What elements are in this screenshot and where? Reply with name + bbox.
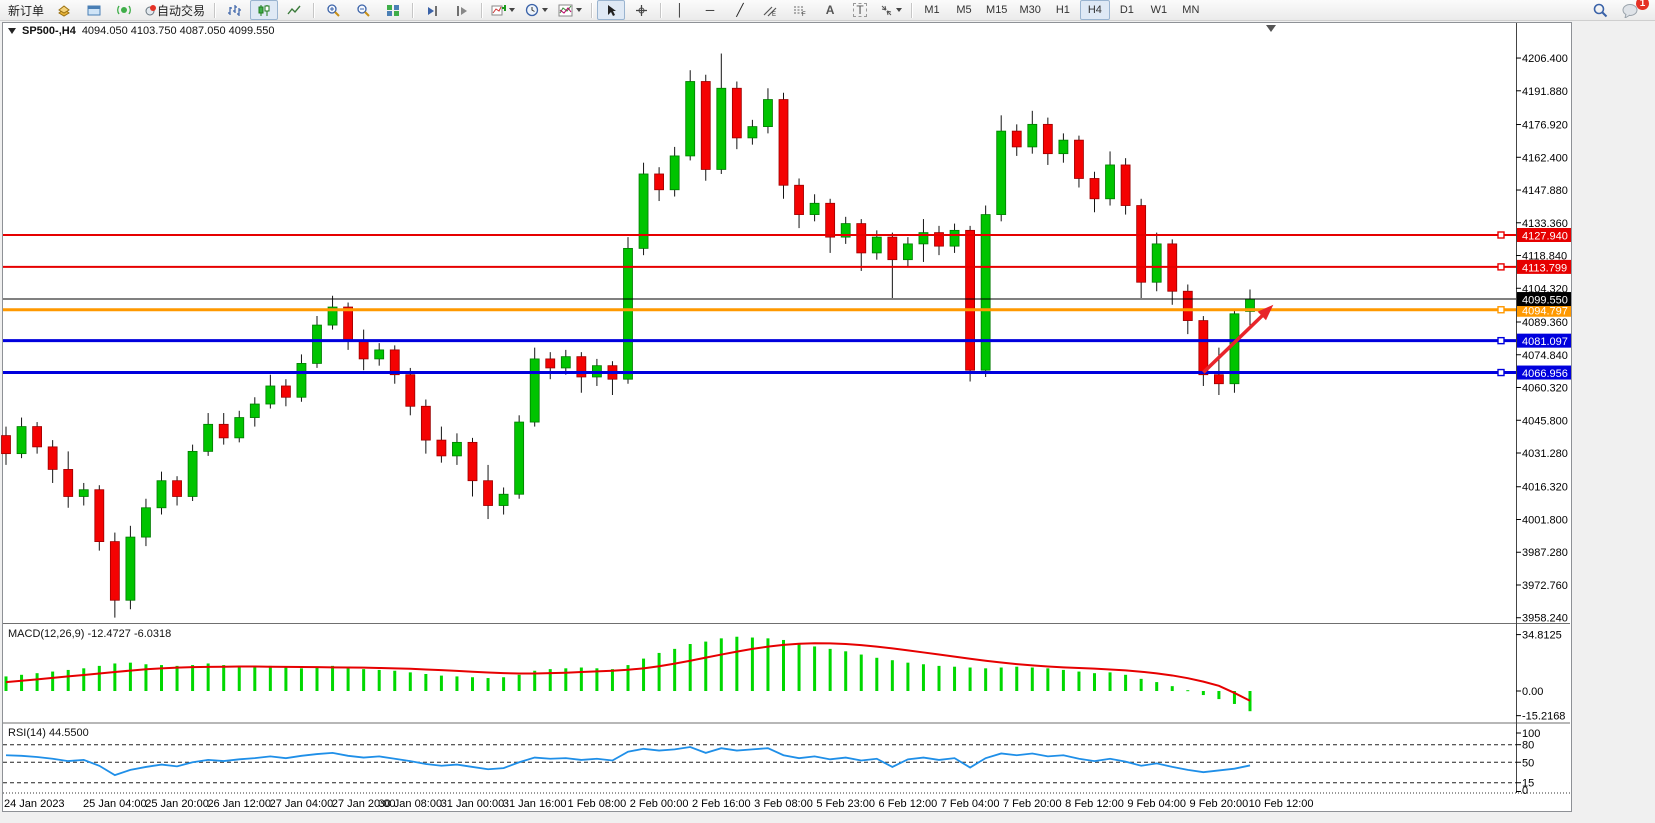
search-button[interactable] <box>1586 0 1614 20</box>
auto-trading-button[interactable]: 自动交易 <box>140 0 209 20</box>
dropdown-caret-icon <box>896 8 902 12</box>
line-chart-button[interactable] <box>280 0 308 20</box>
indicators-icon <box>491 4 506 17</box>
chart-title: SP500-,H4 4094.050 4103.750 4087.050 409… <box>8 25 275 37</box>
new-order-label: 新订单 <box>8 2 44 19</box>
signals-icon <box>117 4 132 17</box>
cursor-icon <box>605 4 617 17</box>
tile-windows-icon <box>386 4 400 17</box>
tf-M5[interactable]: M5 <box>949 0 979 20</box>
arrows-icon <box>880 4 893 17</box>
tf-M30[interactable]: M30 <box>1014 0 1045 20</box>
chart-shift-icon <box>455 4 469 17</box>
fibonacci-icon: F <box>793 4 807 17</box>
tf-H4[interactable]: H4 <box>1080 0 1110 20</box>
main-toolbar: 新订单 自动交易 <box>0 0 1655 21</box>
zoom-out-icon <box>356 3 370 17</box>
tf-D1[interactable]: D1 <box>1112 0 1142 20</box>
macd-indicator-label: MACD(12,26,9) -12.4727 -6.0318 <box>8 628 171 640</box>
new-order-button[interactable]: 新订单 <box>4 0 48 20</box>
crosshair-button[interactable] <box>627 0 655 20</box>
bar-chart-icon <box>227 4 241 17</box>
svg-text:E: E <box>772 12 776 17</box>
text-tool-icon: A <box>826 4 835 16</box>
chart-symbol-period: SP500-,H4 <box>22 25 76 37</box>
label-tool-icon: T <box>853 3 866 17</box>
notifications-button[interactable]: 1 <box>1616 0 1644 20</box>
tf-H1[interactable]: H1 <box>1048 0 1078 20</box>
zoom-out-button[interactable] <box>349 0 377 20</box>
chart-ohlc-readout: 4094.050 4103.750 4087.050 4099.550 <box>82 25 275 37</box>
chart-window-icon[interactable] <box>50 0 78 20</box>
separator <box>591 3 592 18</box>
arrows-tool-button[interactable] <box>876 0 906 20</box>
label-tool-button[interactable]: T <box>846 0 874 20</box>
crosshair-icon <box>635 4 648 17</box>
dropdown-caret-icon <box>509 8 515 12</box>
collapse-triangle-icon[interactable] <box>8 28 16 34</box>
trendline-tool-button[interactable]: ╱ <box>726 0 754 20</box>
dropdown-caret-icon <box>576 8 582 12</box>
market-watch-icon <box>87 4 102 17</box>
search-icon <box>1592 2 1608 18</box>
notification-badge: 1 <box>1636 0 1649 10</box>
market-watch-button[interactable] <box>80 0 108 20</box>
separator <box>214 3 215 18</box>
dropdown-caret-icon <box>542 8 548 12</box>
templates-button[interactable] <box>554 0 586 20</box>
vline-icon: │ <box>676 4 684 16</box>
templates-icon <box>558 4 573 17</box>
fibonacci-tool-button[interactable]: F <box>786 0 814 20</box>
indicators-button[interactable] <box>487 0 519 20</box>
hline-icon: ─ <box>706 4 715 16</box>
bar-chart-button[interactable] <box>220 0 248 20</box>
clock-icon <box>525 3 539 17</box>
candlestick-chart-button[interactable] <box>250 0 278 20</box>
chart-shift-button[interactable] <box>448 0 476 20</box>
text-tool-button[interactable]: A <box>816 0 844 20</box>
candlestick-icon <box>257 4 271 17</box>
zoom-in-button[interactable] <box>319 0 347 20</box>
separator <box>313 3 314 18</box>
trendline-icon: ╱ <box>736 4 743 16</box>
auto-scroll-icon <box>425 4 439 17</box>
tf-W1[interactable]: W1 <box>1144 0 1174 20</box>
svg-text:F: F <box>802 12 806 17</box>
zoom-in-icon <box>326 3 340 17</box>
signals-button[interactable] <box>110 0 138 20</box>
tf-M15[interactable]: M15 <box>981 0 1012 20</box>
channel-tool-button[interactable]: E <box>756 0 784 20</box>
line-chart-icon <box>287 4 301 17</box>
separator <box>911 3 912 18</box>
tf-MN[interactable]: MN <box>1176 0 1206 20</box>
periods-button[interactable] <box>521 0 552 20</box>
channel-icon: E <box>763 4 777 17</box>
auto-trading-label: 自动交易 <box>157 2 205 19</box>
auto-trading-icon <box>144 4 157 17</box>
timeframe-group: M1M5M15M30H1H4D1W1MN <box>916 0 1207 20</box>
chart-area[interactable] <box>2 22 1572 812</box>
hline-tool-button[interactable]: ─ <box>696 0 724 20</box>
tile-windows-button[interactable] <box>379 0 407 20</box>
rsi-indicator-label: RSI(14) 44.5500 <box>8 727 89 739</box>
tf-M1[interactable]: M1 <box>917 0 947 20</box>
vline-tool-button[interactable]: │ <box>666 0 694 20</box>
auto-scroll-button[interactable] <box>418 0 446 20</box>
separator <box>660 3 661 18</box>
separator <box>412 3 413 18</box>
gold-stack-icon <box>57 4 72 17</box>
cursor-button[interactable] <box>597 0 625 20</box>
separator <box>481 3 482 18</box>
